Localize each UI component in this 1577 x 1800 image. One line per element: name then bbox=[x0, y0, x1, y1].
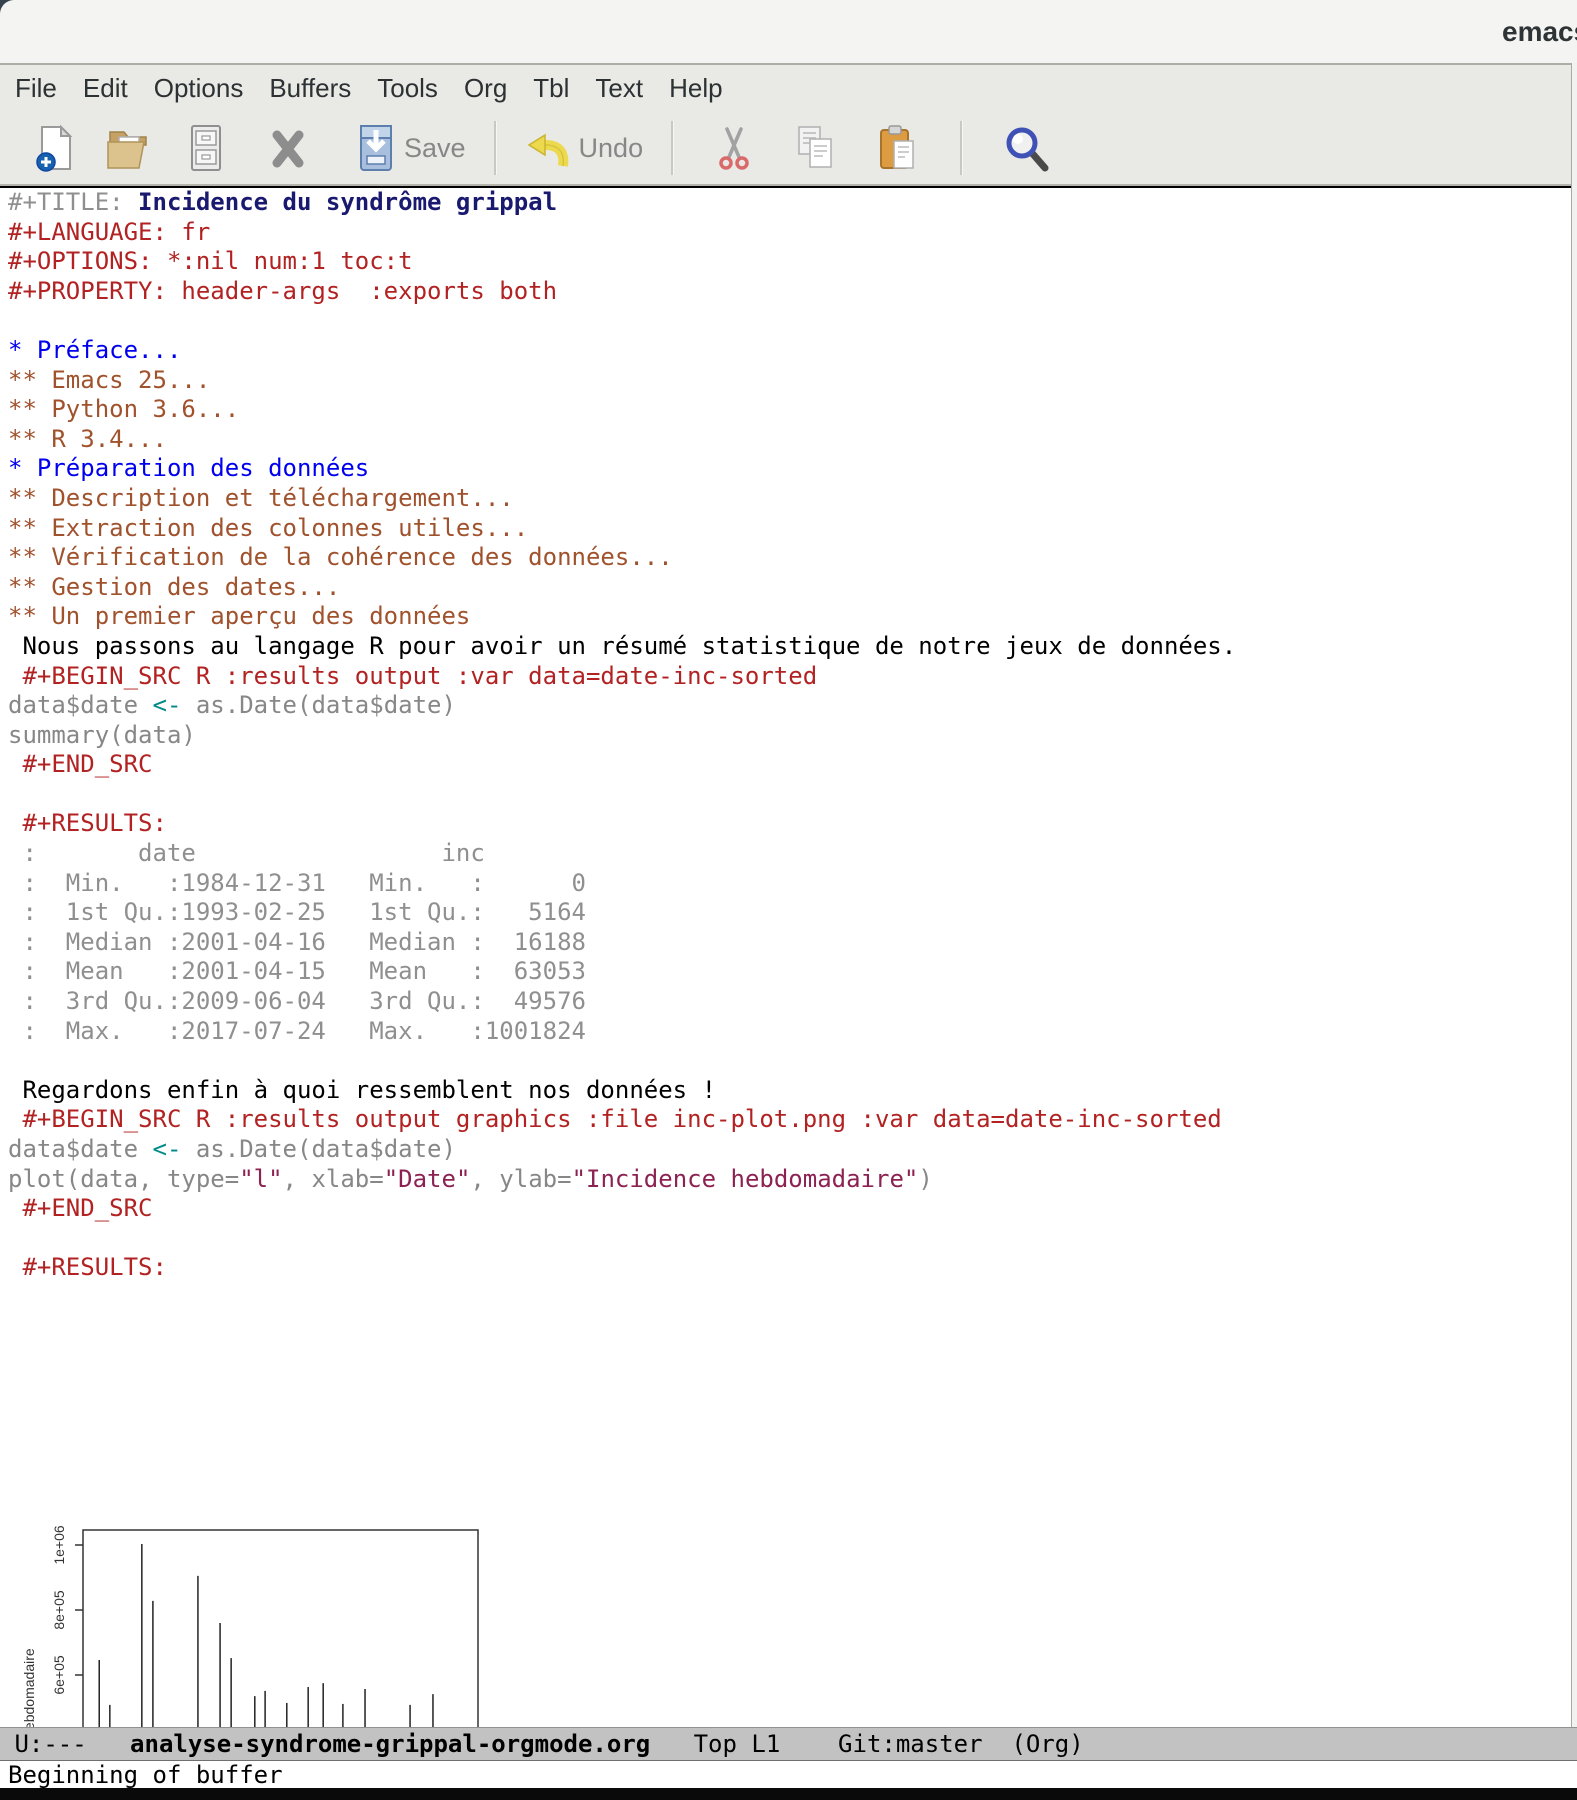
scissors-icon bbox=[712, 124, 756, 172]
menu-item-help[interactable]: Help bbox=[656, 73, 735, 104]
window-right-border bbox=[1571, 63, 1577, 1787]
toolbar-button-undo[interactable]: Undo bbox=[523, 118, 644, 178]
toolbar-button-save[interactable]: Save bbox=[354, 118, 466, 178]
toolbar-button-search[interactable] bbox=[1003, 118, 1051, 178]
buffer-line: #+END_SRC bbox=[0, 1194, 1571, 1224]
buffer-line bbox=[0, 1046, 1571, 1076]
titlebar[interactable]: emacs bbox=[0, 0, 1577, 63]
buffer[interactable]: #+TITLE: Incidence du syndrôme grippal#+… bbox=[0, 188, 1571, 1727]
toolbar-separator bbox=[671, 121, 674, 175]
buffer-line: ** Extraction des colonnes utiles... bbox=[0, 514, 1571, 544]
toolbar-button-new-file[interactable] bbox=[34, 118, 78, 178]
buffer-line: data$date <- as.Date(data$date) bbox=[0, 1135, 1571, 1165]
close-x-icon bbox=[266, 124, 310, 172]
inline-plot: 1e+06 8e+05 6e+05 Incidence hebdomadaire bbox=[20, 1500, 490, 1727]
modeline[interactable]: U:--- analyse-syndrome-grippal-orgmode.o… bbox=[0, 1727, 1577, 1761]
buffer-line: : date inc bbox=[0, 839, 1571, 869]
svg-text:1e+06: 1e+06 bbox=[51, 1525, 67, 1565]
buffer-line bbox=[0, 306, 1571, 336]
buffer-line: ** Python 3.6... bbox=[0, 395, 1571, 425]
save-button-label: Save bbox=[404, 133, 466, 164]
buffer-line: ** Gestion des dates... bbox=[0, 573, 1571, 603]
menu-item-file[interactable]: File bbox=[2, 73, 70, 104]
menu-item-tbl[interactable]: Tbl bbox=[520, 73, 582, 104]
save-drawer-icon bbox=[354, 124, 398, 172]
menu-item-text[interactable]: Text bbox=[582, 73, 656, 104]
buffer-line bbox=[0, 780, 1571, 810]
toolbar-button-cut[interactable] bbox=[712, 118, 756, 178]
buffer-line: #+PROPERTY: header-args :exports both bbox=[0, 277, 1571, 307]
svg-text:6e+05: 6e+05 bbox=[51, 1655, 67, 1695]
echo-message: Beginning of buffer bbox=[8, 1761, 283, 1789]
buffer-line: : Max. :2017-07-24 Max. :1001824 bbox=[0, 1017, 1571, 1047]
bottom-strip bbox=[0, 1788, 1577, 1800]
toolbar-button-paste[interactable] bbox=[876, 118, 920, 178]
toolbar-button-open-file[interactable] bbox=[106, 118, 152, 178]
emacs-window: emacs FileEditOptionsBuffersToolsOrgTblT… bbox=[0, 0, 1577, 1800]
new-file-icon bbox=[34, 124, 78, 172]
buffer-text: #+TITLE: Incidence du syndrôme grippal#+… bbox=[0, 188, 1571, 1283]
copy-pages-icon bbox=[794, 124, 838, 172]
buffer-line bbox=[0, 1224, 1571, 1254]
buffer-line: * Préparation des données bbox=[0, 454, 1571, 484]
buffer-line: #+END_SRC bbox=[0, 750, 1571, 780]
buffer-line: #+TITLE: Incidence du syndrôme grippal bbox=[0, 188, 1571, 218]
toolbar-button-dired[interactable] bbox=[184, 118, 228, 178]
svg-text:8e+05: 8e+05 bbox=[51, 1590, 67, 1630]
buffer-line: #+LANGUAGE: fr bbox=[0, 218, 1571, 248]
window-title: emacs bbox=[1502, 16, 1577, 48]
buffer-line: #+BEGIN_SRC R :results output graphics :… bbox=[0, 1105, 1571, 1135]
buffer-line: * Préface... bbox=[0, 336, 1571, 366]
buffer-line: ** Emacs 25... bbox=[0, 366, 1571, 396]
buffer-line: plot(data, type="l", xlab="Date", ylab="… bbox=[0, 1165, 1571, 1195]
menu-item-options[interactable]: Options bbox=[141, 73, 257, 104]
toolbar-button-close-buffer[interactable] bbox=[266, 118, 310, 178]
open-folder-icon bbox=[106, 124, 152, 172]
buffer-line: Regardons enfin à quoi ressemblent nos d… bbox=[0, 1076, 1571, 1106]
toolbar: Save Undo bbox=[0, 112, 1577, 186]
buffer-line: summary(data) bbox=[0, 721, 1571, 751]
clipboard-icon bbox=[876, 124, 920, 172]
buffer-line: ** Un premier aperçu des données bbox=[0, 602, 1571, 632]
buffer-line: #+OPTIONS: *:nil num:1 toc:t bbox=[0, 247, 1571, 277]
undo-arrow-icon bbox=[523, 124, 573, 172]
magnifier-icon bbox=[1003, 124, 1051, 172]
buffer-line: #+RESULTS: bbox=[0, 1253, 1571, 1283]
buffer-line: : Median :2001-04-16 Median : 16188 bbox=[0, 928, 1571, 958]
buffer-line: #+RESULTS: bbox=[0, 809, 1571, 839]
toolbar-separator bbox=[960, 121, 963, 175]
buffer-line: ** Description et téléchargement... bbox=[0, 484, 1571, 514]
buffer-line: : Mean :2001-04-15 Mean : 63053 bbox=[0, 957, 1571, 987]
menu-item-tools[interactable]: Tools bbox=[364, 73, 451, 104]
buffer-line: : 1st Qu.:1993-02-25 1st Qu.: 5164 bbox=[0, 898, 1571, 928]
menu-item-edit[interactable]: Edit bbox=[70, 73, 141, 104]
menu-item-buffers[interactable]: Buffers bbox=[256, 73, 364, 104]
menubar: FileEditOptionsBuffersToolsOrgTblTextHel… bbox=[0, 63, 1577, 112]
minibuffer[interactable]: Beginning of buffer bbox=[0, 1761, 1577, 1788]
toolbar-button-copy[interactable] bbox=[794, 118, 838, 178]
buffer-line: ** Vérification de la cohérence des donn… bbox=[0, 543, 1571, 573]
undo-button-label: Undo bbox=[579, 133, 644, 164]
buffer-line: #+BEGIN_SRC R :results output :var data=… bbox=[0, 662, 1571, 692]
svg-text:Incidence hebdomadaire: Incidence hebdomadaire bbox=[21, 1648, 37, 1727]
buffer-line: : 3rd Qu.:2009-06-04 3rd Qu.: 49576 bbox=[0, 987, 1571, 1017]
toolbar-separator bbox=[494, 121, 497, 175]
modeline-text: U:--- analyse-syndrome-grippal-orgmode.o… bbox=[0, 1730, 1084, 1758]
buffer-line: Nous passons au langage R pour avoir un … bbox=[0, 632, 1571, 662]
buffer-line: ** R 3.4... bbox=[0, 425, 1571, 455]
file-cabinet-icon bbox=[184, 124, 228, 172]
menu-item-org[interactable]: Org bbox=[451, 73, 520, 104]
buffer-line: : Min. :1984-12-31 Min. : 0 bbox=[0, 869, 1571, 899]
buffer-line: data$date <- as.Date(data$date) bbox=[0, 691, 1571, 721]
